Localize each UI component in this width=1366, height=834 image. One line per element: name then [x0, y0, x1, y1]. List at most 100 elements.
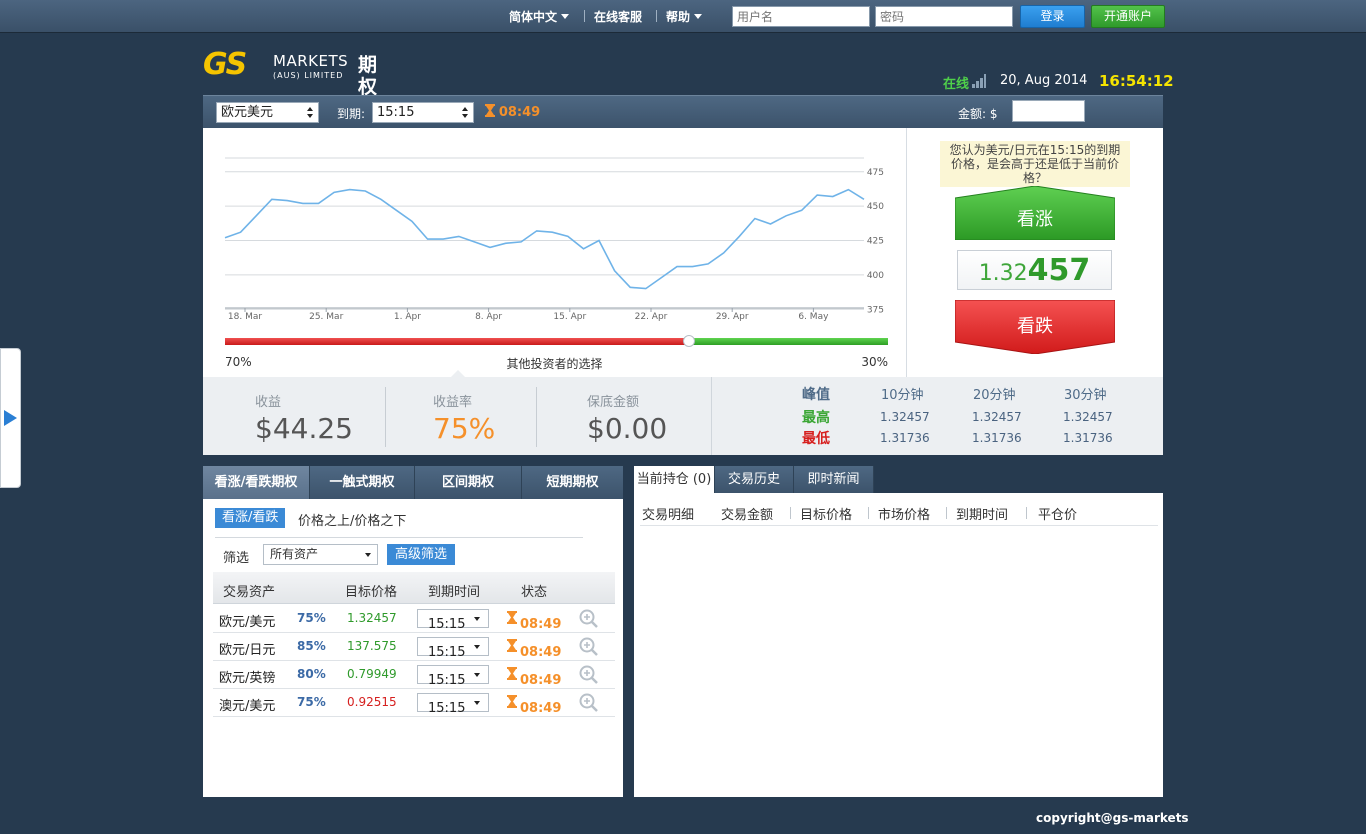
call-button[interactable]: 看涨 [955, 186, 1115, 240]
sentiment-knob [683, 335, 695, 347]
hourglass-icon [485, 104, 495, 117]
x-tick-label: 25. Mar [309, 312, 343, 322]
updown-icon [307, 107, 314, 118]
row-expiry-select[interactable]: 15:15 [417, 665, 489, 688]
zoom-in-icon[interactable] [579, 609, 599, 629]
logo-markets: MARKETS [273, 52, 349, 70]
tab-range[interactable]: 区间期权 [415, 466, 522, 499]
prediction-panel: 您认为美元/日元在15:15的到期价格，是会高于还是低于当前价格？ 看涨 1.3… [906, 128, 1163, 377]
row-status: 08:49 [507, 639, 561, 660]
sentiment-caption: 其他投资者的选择 [506, 357, 603, 371]
col-expiry: 到期时间 [428, 585, 481, 600]
row-expiry-value: 15:15 [428, 701, 466, 716]
col-asset: 交易资产 [223, 585, 276, 600]
row-price: 0.92515 [347, 695, 397, 709]
options-table-header: 交易资产 目标价格 到期时间 状态 [213, 572, 615, 604]
peak-high-label: 最高 [802, 410, 830, 426]
chevron-down-icon [694, 14, 703, 19]
zoom-in-icon[interactable] [579, 637, 599, 657]
row-payout: 80% [297, 667, 326, 681]
row-expiry-value: 15:15 [428, 673, 466, 688]
row-status: 08:49 [507, 611, 561, 632]
col-target-price: 目标价格 [800, 508, 853, 523]
chevron-down-icon [365, 553, 371, 557]
current-time: 16:54:12 [1099, 72, 1174, 90]
peak-high-value: 1.32457 [880, 410, 930, 424]
x-tick-label: 1. Apr [394, 312, 421, 322]
asset-select[interactable]: 欧元美元 [216, 102, 319, 123]
language-menu[interactable]: 简体中文 [509, 8, 570, 25]
side-panel-toggle[interactable] [0, 348, 21, 488]
row-expiry-value: 15:15 [428, 645, 466, 660]
row-expiry-select[interactable]: 15:15 [417, 609, 489, 632]
price-prefix: 1.32 [978, 261, 1028, 286]
expiry-select[interactable]: 15:15 [372, 102, 474, 123]
row-expiry-value: 15:15 [428, 617, 466, 632]
password-input[interactable] [875, 6, 1013, 27]
asset-filter-select[interactable]: 所有资产 [263, 544, 378, 565]
online-status: 在线 [943, 77, 970, 92]
open-account-button[interactable]: 开通账户 [1091, 5, 1165, 28]
col-target-price: 目标价格 [345, 585, 398, 600]
x-tick-label: 18. Mar [228, 312, 262, 322]
table-row[interactable]: 欧元/日元 85% 137.575 15:15 08:49 [213, 633, 615, 661]
rate-stat: 收益率 75% [433, 391, 495, 445]
chevron-down-icon [474, 673, 480, 677]
row-expiry-select[interactable]: 15:15 [417, 637, 489, 660]
help-label: 帮助 [666, 10, 691, 24]
peak-high-value: 1.32457 [972, 410, 1022, 424]
language-label: 简体中文 [509, 10, 558, 24]
row-status: 08:49 [507, 667, 561, 688]
updown-icon [462, 107, 469, 118]
tab-open-positions[interactable]: 当前持仓 (0) [634, 466, 715, 493]
table-row[interactable]: 欧元/英镑 80% 0.79949 15:15 08:49 [213, 661, 615, 689]
table-row[interactable]: 欧元/美元 75% 1.32457 15:15 08:49 [213, 605, 615, 633]
zoom-in-icon[interactable] [579, 665, 599, 685]
put-button[interactable]: 看跌 [955, 300, 1115, 354]
pointer-triangle [451, 370, 465, 377]
expiry-select-value: 15:15 [377, 105, 415, 120]
help-menu[interactable]: 帮助 [666, 8, 703, 25]
current-date: 20, Aug 2014 [1000, 73, 1088, 88]
divider [215, 537, 583, 538]
tab-short-term[interactable]: 短期期权 [522, 466, 623, 499]
tab-call-put[interactable]: 看涨/看跌期权 [203, 466, 310, 499]
login-button[interactable]: 登录 [1020, 5, 1085, 28]
y-tick-label: 475 [867, 168, 884, 178]
subtab-call-put[interactable]: 看涨/看跌 [215, 508, 286, 528]
price-suffix: 457 [1027, 253, 1091, 288]
subtab-above-below[interactable]: 价格之上/价格之下 [298, 510, 406, 529]
amount-input[interactable] [1012, 100, 1085, 122]
filter-label: 筛选 [223, 551, 250, 566]
y-tick-label: 425 [867, 237, 884, 247]
row-payout: 75% [297, 611, 326, 625]
asset-select-value: 欧元美元 [221, 105, 274, 120]
peak-low-label: 最低 [802, 431, 830, 447]
table-row[interactable]: 澳元/美元 75% 0.92515 15:15 08:49 [213, 689, 615, 717]
logo-subtitle: (AUS) LIMITED [273, 71, 344, 80]
divider [656, 10, 657, 22]
zoom-in-icon[interactable] [579, 693, 599, 713]
col-market-price: 市场价格 [878, 508, 931, 523]
peak-low-value: 1.31736 [1063, 431, 1113, 445]
row-payout: 75% [297, 695, 326, 709]
expiry-label: 到期: [337, 107, 366, 121]
amount-label: 金额: $ [958, 107, 998, 121]
username-input[interactable] [732, 6, 870, 27]
price-chart[interactable]: 375 400 425 450 475 18. Mar 25. Mar 1. Apr 8. Ap… [203, 128, 906, 377]
sentiment-sell-fill [225, 338, 689, 345]
arrow-right-icon [4, 410, 17, 426]
tab-one-touch[interactable]: 一触式期权 [310, 466, 415, 499]
tab-news[interactable]: 即时新闻 [794, 466, 874, 493]
chevron-down-icon [474, 617, 480, 621]
advanced-filter-button[interactable]: 高级筛选 [387, 544, 456, 565]
peak-title: 峰值 [802, 387, 830, 403]
row-expiry-select[interactable]: 15:15 [417, 693, 489, 716]
row-price: 137.575 [347, 639, 397, 653]
support-link[interactable]: 在线客服 [594, 8, 642, 25]
col-trade-detail: 交易明细 [642, 508, 695, 523]
profit-stat: 收益 $44.25 [255, 391, 353, 445]
tab-trade-history[interactable]: 交易历史 [715, 466, 794, 493]
row-payout: 85% [297, 639, 326, 653]
rate-value: 75% [433, 412, 496, 445]
